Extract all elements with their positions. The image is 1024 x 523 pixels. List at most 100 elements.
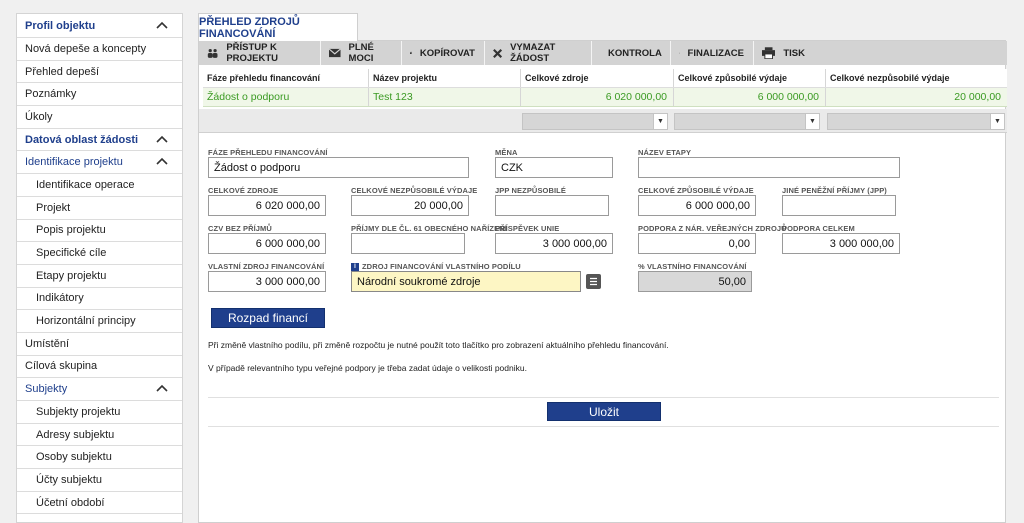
mena-field[interactable]: CZK (495, 157, 613, 178)
chevron-up-icon[interactable] (156, 383, 168, 395)
sidebar-item[interactable]: Adresy subjektu (17, 424, 182, 447)
grid-cell: 20 000,00 (954, 91, 1001, 103)
save-button[interactable]: Uložit (547, 402, 661, 421)
table-row[interactable]: Žádost o podporu Test 123 6 020 000,00 6… (203, 88, 1007, 107)
note-text: V případě relevantního typu veřejné podp… (208, 363, 527, 373)
grid-header[interactable]: Celkové zdroje (521, 69, 674, 87)
czv-field[interactable]: 6 000 000,00 (208, 233, 326, 254)
users-icon (207, 48, 218, 58)
sidebar-item[interactable]: Etapy projektu (17, 265, 182, 288)
filter-select[interactable]: ▼ (674, 113, 820, 130)
jine-label: JINÉ PENĚŽNÍ PŘÍJMY (JPP) (782, 186, 887, 195)
prijmy61-label: PŘÍJMY DLE ČL. 61 OBECNÉHO NAŘÍZENÍ (351, 224, 507, 233)
sidebar-item-label: Nová depeše a koncepty (25, 42, 147, 55)
sidebar-item[interactable]: Nová depeše a koncepty (17, 38, 182, 61)
eu-field[interactable]: 3 000 000,00 (495, 233, 613, 254)
sidebar-item[interactable]: Umístění (17, 333, 182, 356)
sidebar-item[interactable]: Identifikace projektu (17, 151, 182, 175)
envelope-icon (329, 48, 341, 58)
copy-icon (410, 51, 412, 54)
printer-icon (762, 47, 776, 59)
sidebar-item[interactable]: Specifické cíle (17, 242, 182, 265)
toolbar: PŘÍSTUP K PROJEKTU PLNÉ MOCI KOPÍROVAT V… (199, 41, 1007, 65)
info-icon[interactable]: i (351, 263, 359, 272)
chevron-up-icon[interactable] (156, 134, 168, 146)
copy-button[interactable]: KOPÍROVAT (402, 41, 485, 65)
sidebar-item[interactable]: Profil objektu (17, 14, 182, 38)
sidebar-item[interactable]: Subjekty (17, 378, 182, 401)
faze-field[interactable]: Žádost o podporu (208, 157, 469, 178)
lock-icon (679, 52, 680, 54)
zdroje-field[interactable]: 6 020 000,00 (208, 195, 326, 216)
pct-label: % VLASTNÍHO FINANCOVÁNÍ (638, 262, 747, 271)
chevron-up-icon[interactable] (156, 20, 168, 32)
sidebar-item[interactable]: Subjekty projektu (17, 401, 182, 424)
sidebar-item[interactable]: Horizontální principy (17, 310, 182, 333)
jine-field[interactable] (782, 195, 896, 216)
prijmy61-field[interactable] (351, 233, 465, 254)
sidebar-item-label: Etapy projektu (36, 269, 107, 282)
sidebar-item[interactable]: Poznámky (17, 83, 182, 107)
print-button[interactable]: TISK (754, 41, 814, 65)
sidebar-item[interactable]: Přehled depeší (17, 61, 182, 84)
sidebar-item[interactable]: Úkoly (17, 106, 182, 129)
finalize-button[interactable]: FINALIZACE (671, 41, 754, 65)
sidebar-item[interactable]: Osoby subjektu (17, 446, 182, 470)
sidebar-item-label: Umístění (25, 337, 70, 350)
sidebar-item-label: Projekt (36, 201, 71, 214)
sidebar-item[interactable]: Popis projektu (17, 220, 182, 243)
check-button[interactable]: KONTROLA (592, 41, 671, 65)
check-label: KONTROLA (608, 47, 662, 59)
sidebar-item-label: Profil objektu (25, 19, 96, 32)
celkem-field[interactable]: 3 000 000,00 (782, 233, 900, 254)
sidebar-item[interactable]: Účetní období (17, 492, 182, 515)
etapa-label: NÁZEV ETAPY (638, 148, 692, 157)
sidebar-item[interactable]: Identifikace operace (17, 174, 182, 197)
czv-label: CZV BEZ PŘÍJMŮ (208, 224, 272, 233)
powers-button[interactable]: PLNÉ MOCI (321, 41, 402, 65)
grid-header[interactable]: Celkové způsobilé výdaje (674, 69, 826, 87)
sidebar-item-label: Horizontální principy (36, 315, 136, 328)
close-icon (493, 48, 503, 58)
chevron-up-icon[interactable] (156, 156, 168, 168)
sidebar-item[interactable]: Datová oblast žádosti (17, 129, 182, 152)
sidebar-nav: Profil objektu Nová depeše a koncepty Přeh… (16, 13, 183, 523)
list-picker-icon[interactable] (586, 274, 601, 289)
sidebar-item-label: Identifikace operace (36, 178, 135, 191)
sidebar-item-label: Popis projektu (36, 224, 106, 237)
sidebar-item[interactable]: Projekt (17, 197, 182, 220)
sidebar-item[interactable]: Indikátory (17, 288, 182, 311)
sidebar-item-label: Indikátory (36, 292, 84, 305)
sidebar-item-label: Účetní období (36, 496, 105, 509)
note-text: Při změně vlastního podílu, při změně ro… (208, 340, 669, 350)
sidebar-item-label: Identifikace projektu (25, 156, 123, 169)
grid-header[interactable]: Fáze přehledu financování (203, 69, 369, 87)
grid-cell: Žádost o podporu (203, 88, 369, 106)
tab-prehled-zdroju[interactable]: PŘEHLED ZDROJŮ FINANCOVÁNÍ (198, 13, 358, 41)
access-button[interactable]: PŘÍSTUP K PROJEKTU (199, 41, 321, 65)
vlastni-label: VLASTNÍ ZDROJ FINANCOVÁNÍ (208, 262, 325, 271)
jpp-nezp-field[interactable] (495, 195, 609, 216)
delete-button[interactable]: VYMAZAT ŽÁDOST (485, 41, 592, 65)
zdroj-vl-label: ZDROJ FINANCOVÁNÍ VLASTNÍHO PODÍLU (362, 262, 521, 271)
finalize-label: FINALIZACE (687, 47, 744, 59)
grid-cell: 6 000 000,00 (674, 88, 826, 106)
nar-field[interactable]: 0,00 (638, 233, 756, 254)
sidebar-item[interactable]: Cílová skupina (17, 356, 182, 379)
sidebar-item[interactable]: Účty subjektu (17, 469, 182, 492)
zpus-label: CELKOVÉ ZPŮSOBILÉ VÝDAJE (638, 186, 754, 195)
filter-select[interactable]: ▼ (522, 113, 668, 130)
faze-label: FÁZE PŘEHLEDU FINANCOVÁNÍ (208, 148, 328, 157)
grid-header-row: Fáze přehledu financování Název projektu… (203, 69, 1007, 88)
zdroj-vl-field[interactable]: Národní soukromé zdroje (351, 271, 581, 292)
grid-header[interactable]: Celkové nezpůsobilé výdaje (826, 69, 1007, 87)
sidebar-item-label: Osoby subjektu (36, 451, 112, 464)
zpus-field[interactable]: 6 000 000,00 (638, 195, 756, 216)
filter-select[interactable]: ▼ (827, 113, 1005, 130)
grid-header[interactable]: Název projektu (369, 69, 521, 87)
vlastni-field[interactable]: 3 000 000,00 (208, 271, 326, 292)
rozpad-financi-button[interactable]: Rozpad financí (211, 308, 325, 328)
nezp-field[interactable]: 20 000,00 (351, 195, 469, 216)
etapa-field[interactable] (638, 157, 900, 178)
sidebar-item-label: Úkoly (25, 110, 53, 123)
